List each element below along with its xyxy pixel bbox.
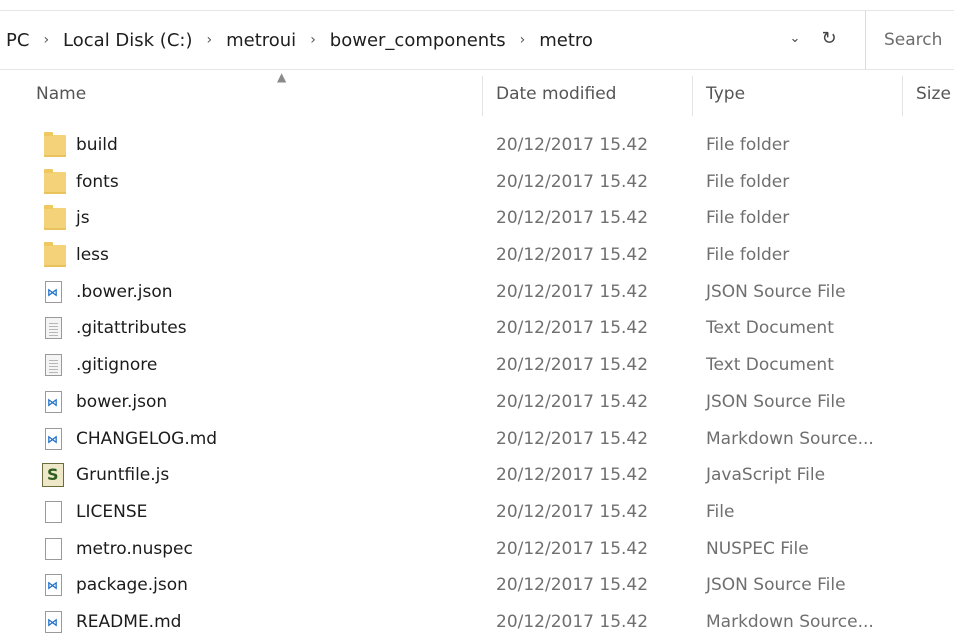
chevron-right-icon[interactable]: › <box>310 32 316 48</box>
file-name: bower.json <box>76 391 168 412</box>
vscode-file-icon: ⋈ <box>45 280 62 303</box>
file-date-modified: 20/12/2017 15.42 <box>496 355 649 376</box>
folder-icon <box>44 205 66 231</box>
chevron-right-icon[interactable]: › <box>520 32 526 48</box>
chevron-down-icon[interactable]: ⌄ <box>786 30 804 48</box>
file-row-fonts[interactable]: fonts 20/12/2017 15.42 File folder <box>0 165 954 202</box>
file-type: File folder <box>706 135 790 155</box>
file-explorer-window: PC › Local Disk (C:) › metroui › bower_c… <box>0 0 954 637</box>
file-type: Text Document <box>706 355 834 376</box>
file-date-modified: 20/12/2017 15.42 <box>496 611 649 632</box>
column-divider[interactable] <box>902 76 903 116</box>
file-row-bower-json[interactable]: ⋈ bower.json 20/12/2017 15.42 JSON Sourc… <box>0 385 954 422</box>
file-type: JSON Source File <box>706 281 846 302</box>
refresh-icon[interactable]: ↻ <box>818 28 840 50</box>
column-header-date-modified[interactable]: Date modified <box>496 84 616 104</box>
breadcrumb-local-disk[interactable]: Local Disk (C:) <box>63 30 192 51</box>
breadcrumb-metro[interactable]: metro <box>539 30 593 51</box>
column-header-name[interactable]: Name <box>36 84 86 104</box>
file-row-metro-nuspec[interactable]: metro.nuspec 20/12/2017 15.42 NUSPEC Fil… <box>0 532 954 569</box>
chevron-right-icon[interactable]: › <box>206 32 212 48</box>
vscode-file-icon: ⋈ <box>45 427 62 450</box>
file-row-gitignore[interactable]: .gitignore 20/12/2017 15.42 Text Documen… <box>0 348 954 385</box>
file-name: metro.nuspec <box>76 538 193 559</box>
file-date-modified: 20/12/2017 15.42 <box>496 245 649 266</box>
file-row-gruntfile[interactable]: S Gruntfile.js 20/12/2017 15.42 JavaScri… <box>0 458 954 495</box>
blank-file-icon <box>45 500 62 523</box>
file-name: .gitignore <box>76 355 158 376</box>
column-headers: ▲ Name Date modified Type Size <box>0 70 954 122</box>
text-document-icon <box>45 354 62 377</box>
file-date-modified: 20/12/2017 15.42 <box>496 428 649 449</box>
script-file-icon: S <box>42 463 64 488</box>
file-type: File folder <box>706 171 790 192</box>
file-date-modified: 20/12/2017 15.42 <box>496 281 649 302</box>
file-name: .bower.json <box>76 281 173 302</box>
file-row-gitattributes[interactable]: .gitattributes 20/12/2017 15.42 Text Doc… <box>0 311 954 348</box>
folder-icon <box>44 168 66 194</box>
file-row-readme[interactable]: ⋈ README.md 20/12/2017 15.42 Markdown So… <box>0 605 954 637</box>
file-row-license[interactable]: LICENSE 20/12/2017 15.42 File <box>0 495 954 532</box>
breadcrumb-pc[interactable]: PC <box>6 30 29 51</box>
file-row-changelog[interactable]: ⋈ CHANGELOG.md 20/12/2017 15.42 Markdown… <box>0 422 954 459</box>
vscode-file-icon: ⋈ <box>45 610 62 633</box>
file-type: Markdown Source... <box>706 428 874 449</box>
column-header-size[interactable]: Size <box>916 84 951 104</box>
file-type: File folder <box>706 245 790 266</box>
file-type: JavaScript File <box>706 465 826 486</box>
file-name: fonts <box>76 171 119 192</box>
column-divider[interactable] <box>482 76 483 116</box>
file-name: Gruntfile.js <box>76 465 170 486</box>
file-type: Markdown Source... <box>706 611 874 632</box>
file-type: JSON Source File <box>706 575 846 596</box>
file-date-modified: 20/12/2017 15.42 <box>496 575 649 596</box>
file-date-modified: 20/12/2017 15.42 <box>496 501 649 522</box>
file-row-build[interactable]: build 20/12/2017 15.42 File folder <box>0 128 954 165</box>
vscode-file-icon: ⋈ <box>45 574 62 597</box>
file-type: File <box>706 501 735 522</box>
column-divider[interactable] <box>692 76 693 116</box>
file-list: build 20/12/2017 15.42 File folder fonts… <box>0 128 954 637</box>
file-date-modified: 20/12/2017 15.42 <box>496 135 649 155</box>
file-name: js <box>76 208 90 229</box>
file-date-modified: 20/12/2017 15.42 <box>496 465 649 486</box>
file-name: README.md <box>76 611 182 632</box>
breadcrumb-metroui[interactable]: metroui <box>226 30 296 51</box>
file-name: .gitattributes <box>76 318 187 339</box>
file-name: package.json <box>76 575 188 596</box>
file-name: CHANGELOG.md <box>76 428 218 449</box>
breadcrumb-bower-components[interactable]: bower_components <box>330 30 506 51</box>
breadcrumb[interactable]: PC › Local Disk (C:) › metroui › bower_c… <box>0 10 866 70</box>
blank-file-icon <box>45 537 62 560</box>
file-date-modified: 20/12/2017 15.42 <box>496 171 649 192</box>
file-name: less <box>76 245 109 266</box>
file-type: Text Document <box>706 318 834 339</box>
file-row-package-json[interactable]: ⋈ package.json 20/12/2017 15.42 JSON Sou… <box>0 568 954 605</box>
folder-icon <box>44 242 66 268</box>
search-input[interactable] <box>884 30 954 50</box>
file-date-modified: 20/12/2017 15.42 <box>496 208 649 229</box>
file-type: JSON Source File <box>706 391 846 412</box>
vscode-file-icon: ⋈ <box>45 390 62 413</box>
column-header-type[interactable]: Type <box>706 84 745 104</box>
sort-ascending-icon: ▲ <box>277 70 287 84</box>
address-bar: PC › Local Disk (C:) › metroui › bower_c… <box>0 10 954 70</box>
file-type: NUSPEC File <box>706 538 809 559</box>
file-row-js[interactable]: js 20/12/2017 15.42 File folder <box>0 201 954 238</box>
file-date-modified: 20/12/2017 15.42 <box>496 318 649 339</box>
folder-icon <box>44 132 66 157</box>
file-date-modified: 20/12/2017 15.42 <box>496 391 649 412</box>
file-name: build <box>76 135 118 155</box>
search-box[interactable] <box>866 10 954 70</box>
file-date-modified: 20/12/2017 15.42 <box>496 538 649 559</box>
file-row-dot-bower-json[interactable]: ⋈ .bower.json 20/12/2017 15.42 JSON Sour… <box>0 275 954 312</box>
file-row-less[interactable]: less 20/12/2017 15.42 File folder <box>0 238 954 275</box>
file-name: LICENSE <box>76 501 148 522</box>
text-document-icon <box>45 317 62 340</box>
chevron-right-icon[interactable]: › <box>43 32 49 48</box>
file-type: File folder <box>706 208 790 229</box>
